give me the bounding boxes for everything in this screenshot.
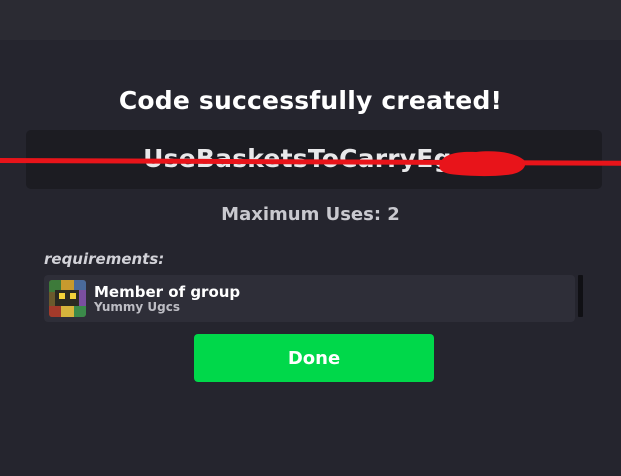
requirement-type: Member of group: [94, 283, 241, 301]
done-button[interactable]: Done: [194, 334, 434, 382]
top-band: [0, 0, 621, 40]
requirements-label: requirements:: [44, 250, 165, 268]
requirement-item: Member of group Yummy Ugcs: [44, 275, 575, 322]
requirement-group-name: Yummy Ugcs: [94, 300, 180, 314]
group-avatar-icon: [49, 280, 86, 317]
max-uses-text: Maximum Uses: 2: [221, 204, 400, 225]
dialog-title: Code successfully created!: [118, 86, 503, 115]
requirements-scrollbar[interactable]: [578, 275, 583, 317]
